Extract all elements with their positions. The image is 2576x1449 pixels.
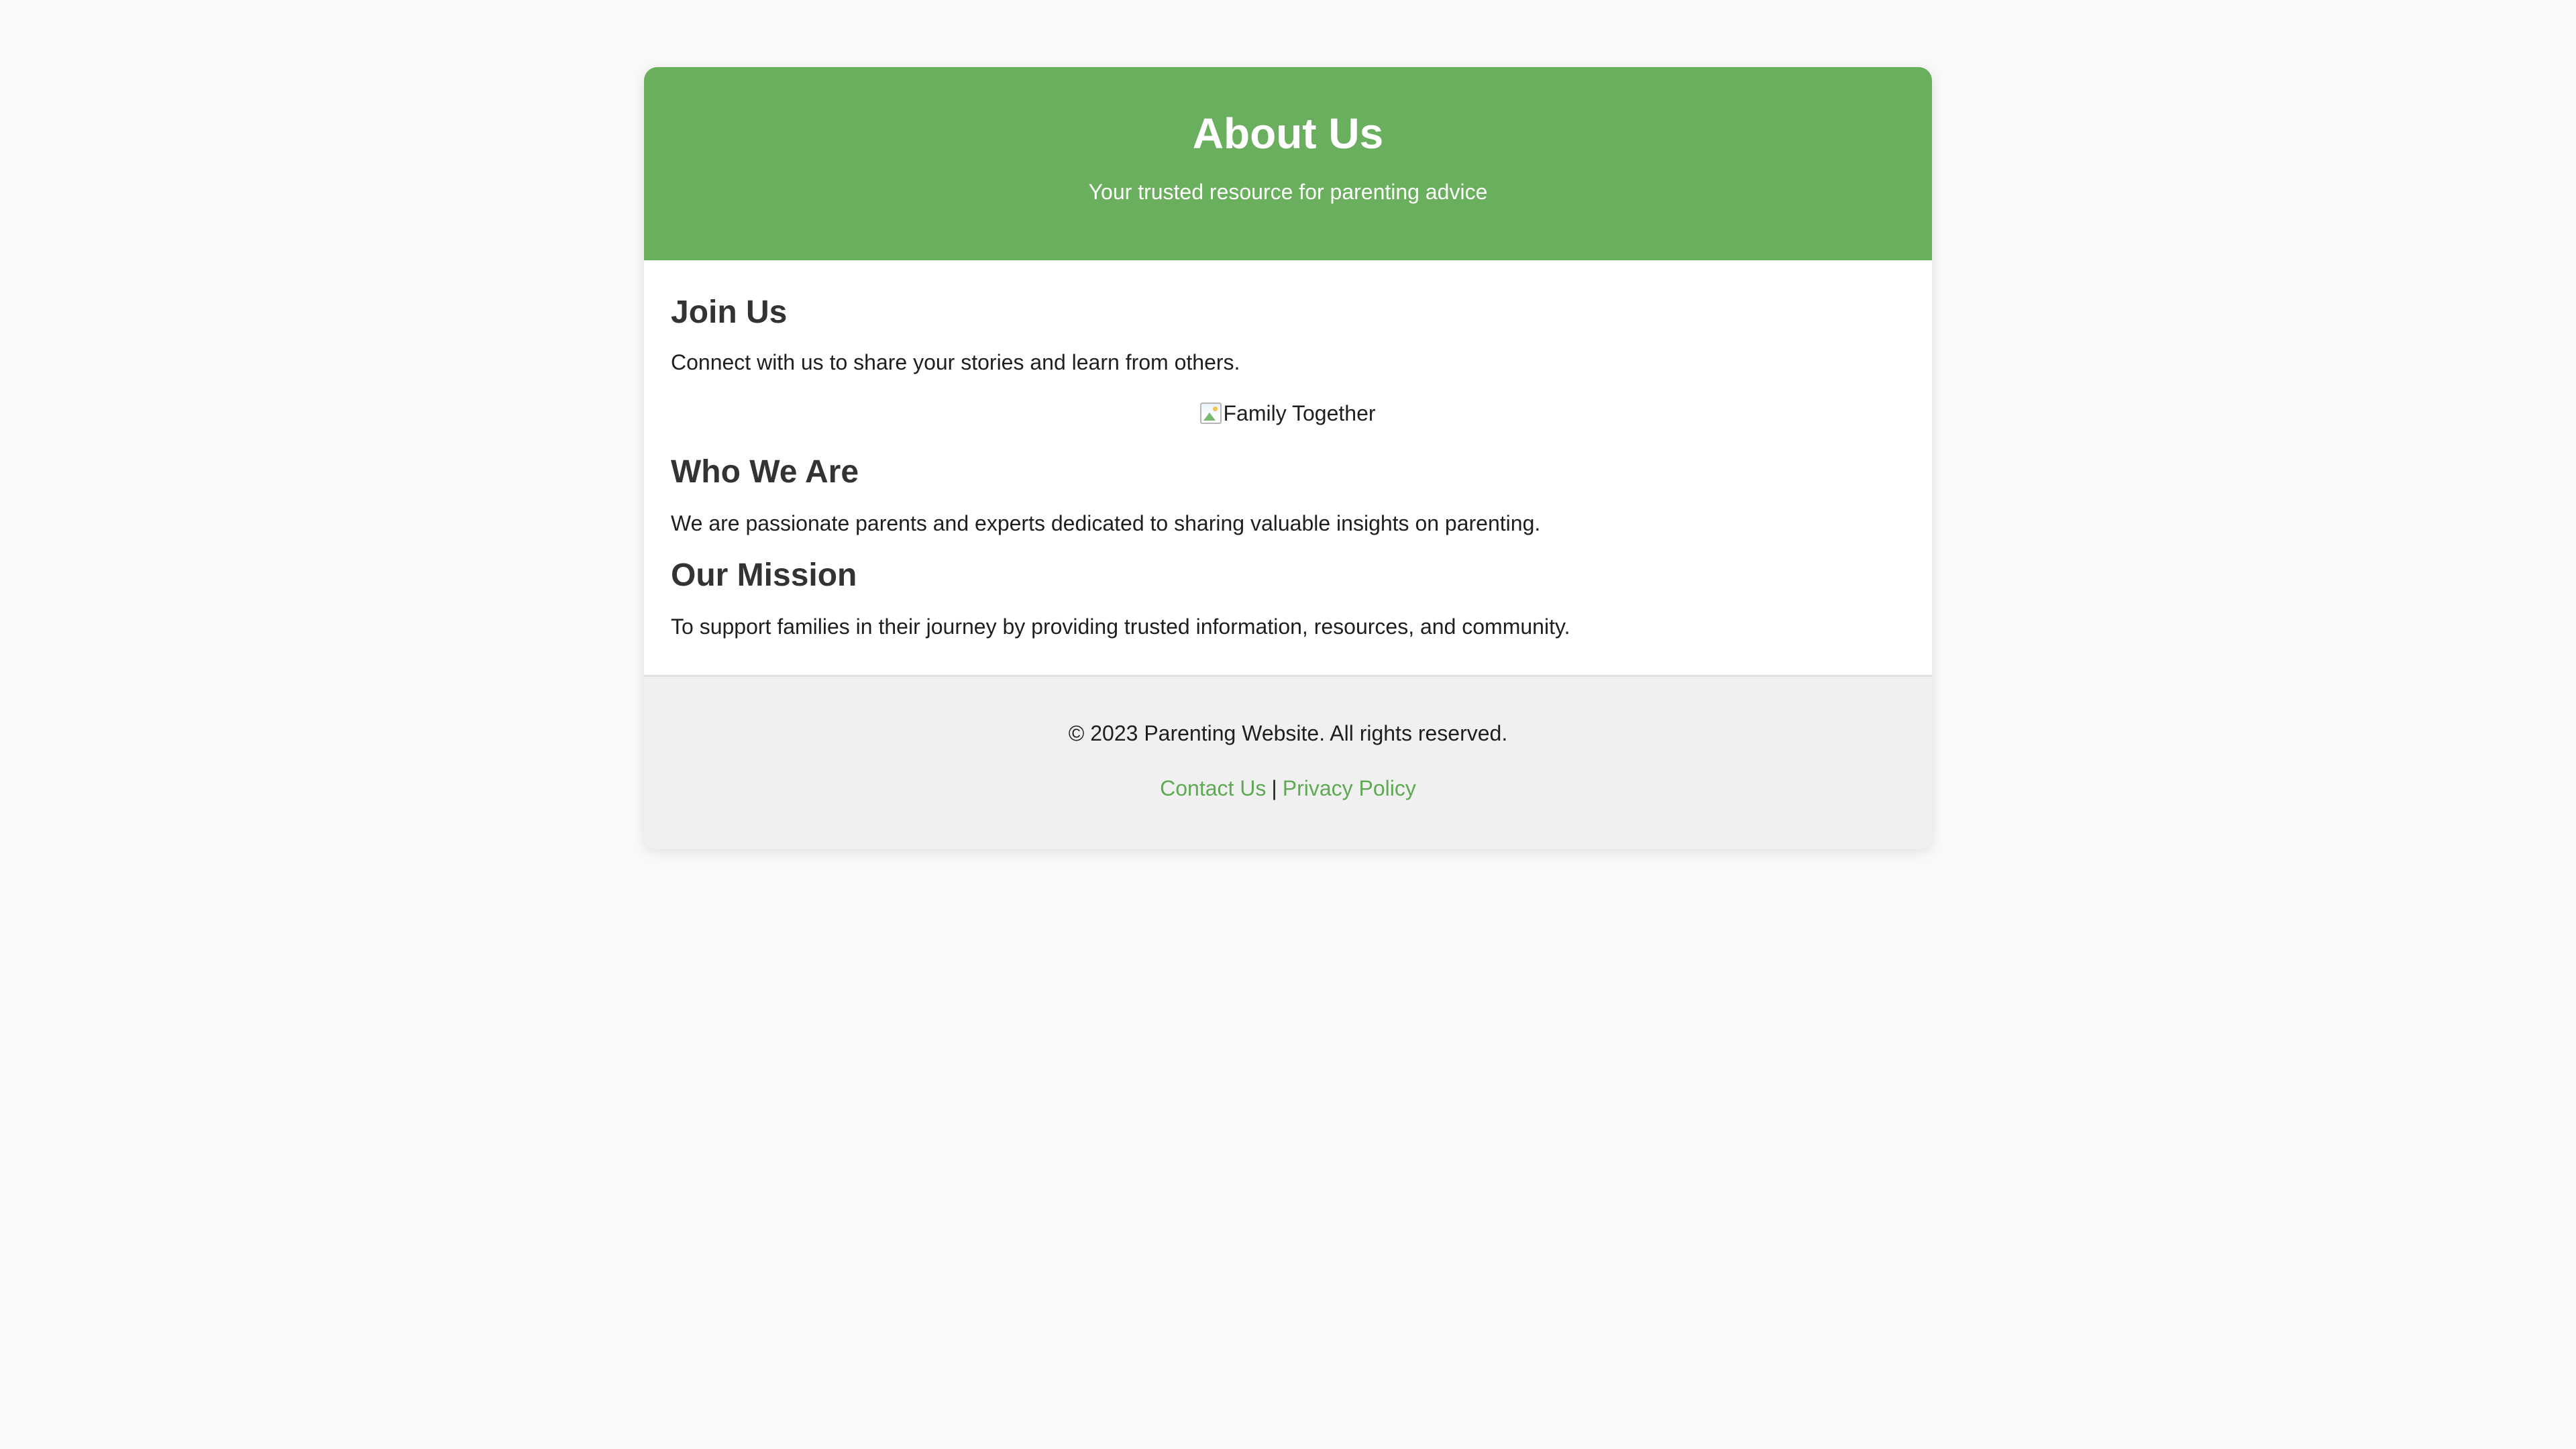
our-mission-text: To support families in their journey by … <box>671 614 1570 639</box>
copyright-text: © 2023 Parenting Website. All rights res… <box>1068 721 1508 745</box>
page-footer: © 2023 Parenting Website. All rights res… <box>644 675 1932 849</box>
about-header: About Us Your trusted resource for paren… <box>644 67 1932 260</box>
family-image-alt-text: Family Together <box>1223 401 1376 425</box>
contact-us-link[interactable]: Contact Us <box>1160 776 1266 800</box>
join-us-heading: Join Us <box>671 294 788 330</box>
about-card: About Us Your trusted resource for paren… <box>644 67 1932 849</box>
privacy-policy-link[interactable]: Privacy Policy <box>1283 776 1416 800</box>
footer-link-separator: | <box>1271 776 1277 800</box>
about-content: Join Us Connect with us to share your st… <box>644 260 1932 675</box>
broken-image-icon <box>1200 402 1222 424</box>
family-image: Family Together <box>1200 400 1376 427</box>
join-us-text: Connect with us to share your stories an… <box>671 350 1240 374</box>
footer-links: Contact Us | Privacy Policy <box>644 775 1932 802</box>
page-title: About Us <box>1192 109 1384 158</box>
our-mission-heading: Our Mission <box>671 557 857 593</box>
family-image-container: Family Together <box>671 400 1905 427</box>
who-we-are-text: We are passionate parents and experts de… <box>671 511 1541 535</box>
who-we-are-heading: Who We Are <box>671 454 859 490</box>
page-subtitle: Your trusted resource for parenting advi… <box>1088 180 1488 204</box>
